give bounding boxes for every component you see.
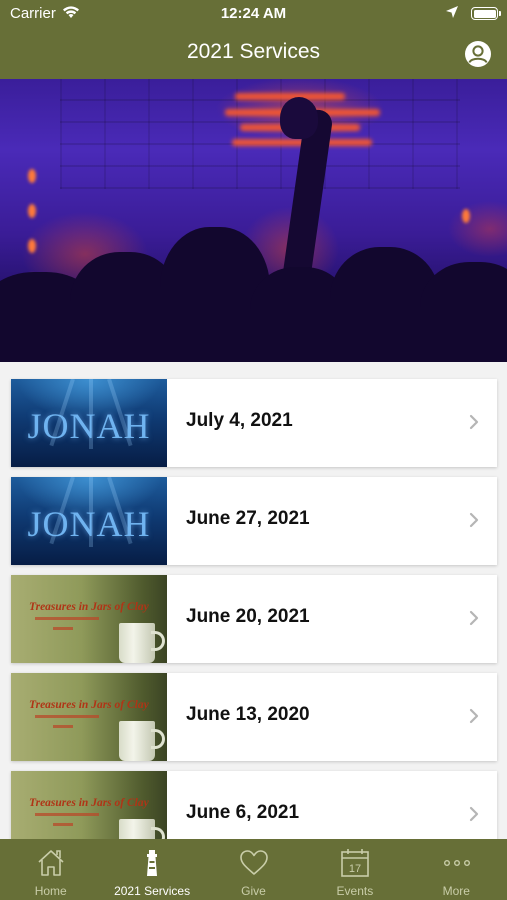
service-thumbnail: Treasures in Jars of Clay: [11, 575, 167, 663]
mug-graphic: [119, 819, 155, 839]
chevron-right-icon: [469, 806, 479, 822]
mug-graphic: [119, 623, 155, 663]
tab-more[interactable]: More: [406, 839, 507, 900]
tab-label: Give: [241, 884, 266, 898]
crowd-silhouette: [420, 262, 507, 362]
chevron-right-icon: [469, 512, 479, 528]
service-thumbnail: JONAH: [11, 379, 167, 467]
stage-light: [28, 204, 36, 218]
calendar-day: 17: [349, 863, 361, 875]
tab-give[interactable]: Give: [203, 839, 304, 900]
service-item[interactable]: Treasures in Jars of Clay June 20, 2021: [11, 575, 497, 663]
calendar-icon: 17: [341, 849, 369, 877]
mug-graphic: [119, 721, 155, 761]
stage-light: [28, 169, 36, 183]
chevron-right-icon: [469, 414, 479, 430]
service-date: June 13, 2020: [186, 704, 310, 725]
location-arrow-icon: [446, 6, 458, 18]
service-item[interactable]: JONAH June 27, 2021: [11, 477, 497, 565]
stage-light: [28, 239, 36, 253]
service-date: June 6, 2021: [186, 802, 300, 823]
battery-icon: [471, 7, 501, 20]
tab-label: Events: [336, 884, 374, 898]
tab-2021-services[interactable]: 2021 Services: [101, 839, 202, 900]
home-icon: [38, 850, 64, 876]
services-list: JONAH July 4, 2021 JONAH June 27, 2021 T…: [0, 362, 507, 839]
thumbnail-title: Treasures in Jars of Clay: [29, 699, 149, 711]
heart-icon: [239, 850, 268, 875]
tab-label: More: [442, 884, 470, 898]
thumbnail-title: Treasures in Jars of Clay: [29, 601, 149, 613]
thumbnail-title: JONAH: [27, 406, 151, 446]
service-date: June 27, 2021: [186, 508, 310, 529]
status-time: 12:24 AM: [220, 5, 287, 22]
raised-hand: [280, 97, 318, 139]
thumbnail-title: Treasures in Jars of Clay: [29, 797, 149, 809]
service-item[interactable]: Treasures in Jars of Clay June 6, 2021: [11, 771, 497, 839]
service-item[interactable]: JONAH July 4, 2021: [11, 379, 497, 467]
service-thumbnail: Treasures in Jars of Clay: [11, 673, 167, 761]
service-date: July 4, 2021: [186, 410, 293, 431]
tab-label: Home: [34, 884, 67, 898]
more-dots-icon: [443, 859, 470, 866]
service-date: June 20, 2021: [186, 606, 310, 627]
profile-icon[interactable]: [464, 40, 492, 68]
service-item[interactable]: Treasures in Jars of Clay June 13, 2020: [11, 673, 497, 761]
status-bar: Carrier 12:24 AM: [0, 0, 507, 28]
hero-banner-image: [0, 79, 507, 362]
tab-home[interactable]: Home: [0, 839, 101, 900]
tab-events[interactable]: 17 Events: [304, 839, 405, 900]
stage-light: [462, 209, 470, 223]
page-title: 2021 Services: [186, 40, 321, 63]
chevron-right-icon: [469, 708, 479, 724]
service-thumbnail: JONAH: [11, 477, 167, 565]
thumbnail-title: JONAH: [27, 504, 151, 544]
tab-label: 2021 Services: [114, 884, 191, 898]
app-header: Carrier 12:24 AM 2021 Services: [0, 0, 507, 79]
chevron-right-icon: [469, 610, 479, 626]
lighthouse-icon: [147, 850, 158, 876]
service-thumbnail: Treasures in Jars of Clay: [11, 771, 167, 839]
tab-bar: Home 2021 Services Give 17 Events More: [0, 839, 507, 900]
